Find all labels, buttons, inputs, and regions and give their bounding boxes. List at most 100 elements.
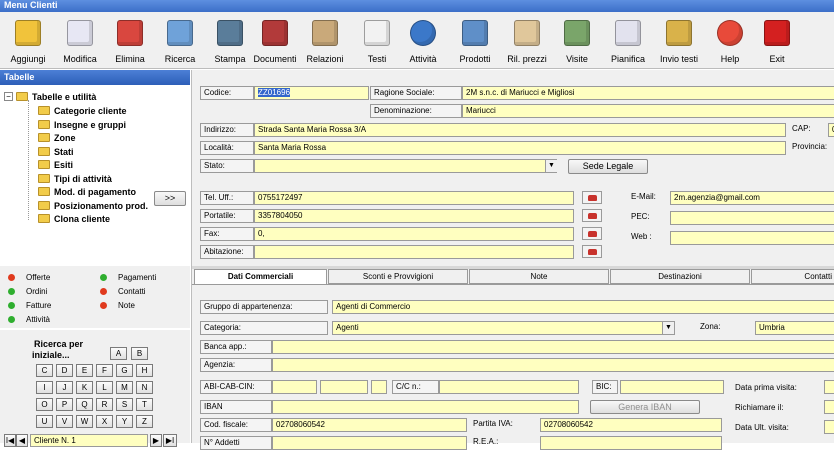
ragione-sociale-field[interactable]: 2M s.n.c. di Mariucci e Migliosi [462, 86, 834, 100]
letter-key[interactable]: W [76, 415, 93, 428]
tree-item[interactable]: Tipi di attività [38, 173, 112, 186]
data-prima-visita-field[interactable] [824, 380, 834, 394]
toolbar-button-prodotti[interactable]: Prodotti [450, 14, 500, 68]
tree-item[interactable]: Stati [38, 146, 74, 159]
letter-key[interactable]: L [96, 381, 113, 394]
toolbar-button-stampa[interactable]: Stampa [205, 14, 255, 68]
tree-item[interactable]: Clona cliente [38, 213, 110, 226]
letter-key[interactable]: A [110, 347, 127, 360]
letter-key[interactable]: G [116, 364, 133, 377]
tab-sconti-provvigioni[interactable]: Sconti e Provvigioni [328, 269, 468, 284]
letter-key[interactable]: Y [116, 415, 133, 428]
letter-key[interactable]: J [56, 381, 73, 394]
gruppo-field[interactable]: Agenti di Commercio [332, 300, 834, 314]
abi-field[interactable] [272, 380, 317, 394]
cod-fiscale-field[interactable]: 02708060542 [272, 418, 467, 432]
nav-last-button[interactable]: ▶I [163, 434, 177, 447]
toolbar-button-aggiungi[interactable]: Aggiungi [3, 14, 53, 68]
codice-field[interactable]: ZZ01696 [254, 86, 369, 100]
letter-key[interactable]: U [36, 415, 53, 428]
toolbar-button-help[interactable]: Help [705, 14, 755, 68]
web-field[interactable] [670, 231, 834, 245]
tree-expander[interactable]: − [4, 92, 13, 101]
tab-destinazioni[interactable]: Destinazioni [610, 269, 750, 284]
iban-field[interactable] [272, 400, 579, 414]
toolbar-button-pianifica[interactable]: Pianifica [603, 14, 653, 68]
tree-root-label[interactable]: Tabelle e utilità [16, 91, 96, 104]
tab-dati-commerciali[interactable]: Dati Commerciali [194, 269, 327, 285]
nav-first-button[interactable]: I◀ [4, 434, 16, 447]
toolbar-button-elimina[interactable]: Elimina [105, 14, 155, 68]
letter-key[interactable]: Z [136, 415, 153, 428]
banca-field[interactable] [272, 340, 834, 354]
letter-key[interactable]: O [36, 398, 53, 411]
richiamare-field[interactable] [824, 400, 834, 414]
tree-item[interactable]: Categorie cliente [38, 105, 127, 118]
letter-key[interactable]: C [36, 364, 53, 377]
phone-dial-icon[interactable] [582, 245, 602, 258]
zona-field[interactable]: Umbria [755, 321, 834, 335]
cin-field[interactable] [371, 380, 387, 394]
chevron-down-icon[interactable]: ▼ [545, 160, 557, 172]
rea-field[interactable] [540, 436, 722, 450]
addetti-field[interactable] [272, 436, 467, 450]
toolbar-button-ril-prezzi[interactable]: Ril. prezzi [502, 14, 552, 68]
letter-key[interactable]: F [96, 364, 113, 377]
indirizzo-field[interactable]: Strada Santa Maria Rossa 3/A [254, 123, 786, 137]
phone-dial-icon[interactable] [582, 227, 602, 240]
letter-key[interactable]: S [116, 398, 133, 411]
data-ult-visita-field[interactable] [824, 420, 834, 434]
abitazione-field[interactable] [254, 245, 574, 259]
localita-field[interactable]: Santa Maria Rossa [254, 141, 786, 155]
cc-field[interactable] [439, 380, 579, 394]
bic-field[interactable] [620, 380, 724, 394]
letter-key[interactable]: D [56, 364, 73, 377]
letter-key[interactable]: H [136, 364, 153, 377]
agenzia-field[interactable] [272, 358, 834, 372]
toolbar-button-testi[interactable]: Testi [352, 14, 402, 68]
tree-item[interactable]: Mod. di pagamento [38, 186, 136, 199]
sede-legale-button[interactable]: Sede Legale [568, 159, 648, 174]
toolbar-button-exit[interactable]: Exit [752, 14, 802, 68]
toolbar-button-relazioni[interactable]: Relazioni [300, 14, 350, 68]
email-field[interactable]: 2m.agenzia@gmail.com [670, 191, 834, 205]
nav-next-button[interactable]: ▶ [150, 434, 162, 447]
toolbar-button-documenti[interactable]: Documenti [250, 14, 300, 68]
toolbar-button-invio-testi[interactable]: Invio testi [654, 14, 704, 68]
letter-key[interactable]: N [136, 381, 153, 394]
nav-prev-button[interactable]: ◀ [16, 434, 28, 447]
letter-key[interactable]: M [116, 381, 133, 394]
genera-iban-button[interactable]: Genera IBAN [590, 400, 700, 414]
letter-key[interactable]: B [131, 347, 148, 360]
phone-dial-icon[interactable] [582, 209, 602, 222]
letter-key[interactable]: X [96, 415, 113, 428]
tree-item[interactable]: Esiti [38, 159, 73, 172]
letter-key[interactable]: P [56, 398, 73, 411]
toolbar-button-modifica[interactable]: Modifica [55, 14, 105, 68]
tree-go-button[interactable]: >> [154, 191, 186, 206]
phone-dial-icon[interactable] [582, 191, 602, 204]
categoria-select[interactable]: Agenti ▼ [332, 321, 675, 335]
letter-key[interactable]: E [76, 364, 93, 377]
stato-select[interactable] [254, 159, 557, 173]
cab-field[interactable] [320, 380, 368, 394]
tab-contatti[interactable]: Contatti [751, 269, 834, 284]
pec-field[interactable] [670, 211, 834, 225]
fax-field[interactable]: 0, [254, 227, 574, 241]
letter-key[interactable]: I [36, 381, 53, 394]
toolbar-button-ricerca[interactable]: Ricerca [155, 14, 205, 68]
letter-key[interactable]: T [136, 398, 153, 411]
tree-item[interactable]: Insegne e gruppi [38, 119, 126, 132]
letter-key[interactable]: Q [76, 398, 93, 411]
denominazione-field[interactable]: Mariucci [462, 104, 834, 118]
tree-item[interactable]: Posizionamento prod. [38, 200, 148, 213]
partita-iva-field[interactable]: 02708060542 [540, 418, 722, 432]
letter-key[interactable]: V [56, 415, 73, 428]
tree-item[interactable]: Zone [38, 132, 76, 145]
chevron-down-icon[interactable]: ▼ [662, 322, 674, 334]
letter-key[interactable]: R [96, 398, 113, 411]
letter-key[interactable]: K [76, 381, 93, 394]
portatile-field[interactable]: 3357804050 [254, 209, 574, 223]
toolbar-button-attività[interactable]: Attività [398, 14, 448, 68]
current-record-field[interactable]: Cliente N. 1 [30, 434, 148, 447]
